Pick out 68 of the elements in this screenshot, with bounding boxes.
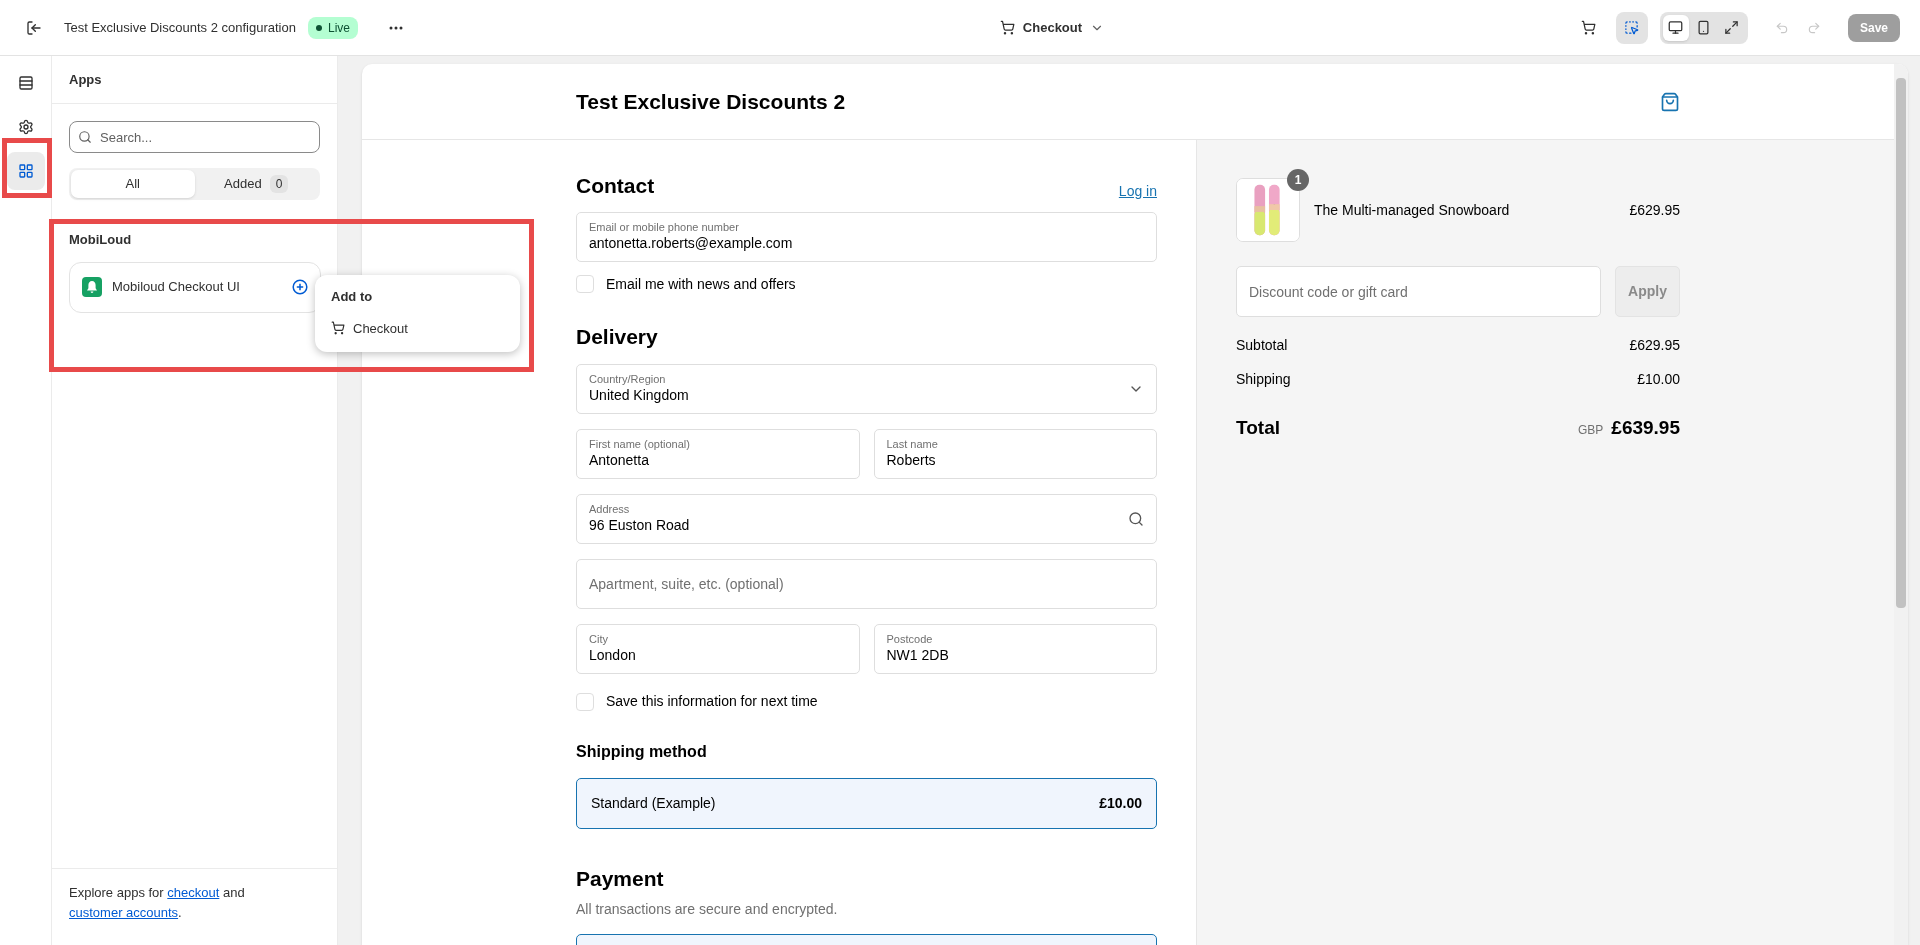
security-note: All transactions are secure and encrypted. xyxy=(576,899,839,919)
store-name: Test Exclusive Discounts 2 xyxy=(576,89,846,113)
filter-tab[interactable]: All xyxy=(71,170,195,198)
text-field[interactable]: Email or mobile phone number antonetta.roberts@example.com xyxy=(576,211,1157,262)
login-link[interactable]: Log in xyxy=(1118,180,1157,202)
text-field[interactable]: First name (optional) Antonetta xyxy=(576,429,860,479)
sections-icon xyxy=(17,75,34,91)
checkbox-label: Email me with news and offers xyxy=(606,274,796,294)
product-name: The Multi-managed Snowboard xyxy=(1314,200,1511,220)
checkout-link[interactable]: checkout xyxy=(167,885,220,900)
summary-label: Shipping xyxy=(1236,370,1291,389)
editor-title: Test Exclusive Discounts 2 configuration xyxy=(64,18,296,37)
apps-icon xyxy=(17,163,34,179)
product-price: £629.95 xyxy=(1629,200,1680,220)
exit-icon xyxy=(26,19,42,36)
checkbox-label: Save this information for next time xyxy=(606,692,818,711)
section-heading: Shipping method xyxy=(576,742,708,762)
add-icon[interactable] xyxy=(292,279,308,295)
section-heading: Payment xyxy=(576,866,665,892)
quantity-badge: 1 xyxy=(1287,169,1309,191)
total-value: £639.95 xyxy=(1611,416,1680,440)
group-title: MobiLoud xyxy=(69,231,133,249)
text-field[interactable]: Postcode NW1 2DB xyxy=(873,624,1157,674)
inspector-button[interactable] xyxy=(1615,11,1648,44)
discount-field[interactable]: Discount code or gift card xyxy=(1236,266,1601,317)
summary-label: Subtotal xyxy=(1236,336,1288,355)
search-icon xyxy=(78,130,92,144)
total-label: Total xyxy=(1236,416,1280,440)
popup-item[interactable]: Checkout xyxy=(331,318,504,338)
view-mode-button[interactable] xyxy=(1662,14,1689,41)
status-badge: Live xyxy=(307,16,358,39)
cart-icon xyxy=(1581,20,1597,35)
settings-icon xyxy=(17,119,34,135)
redo-icon xyxy=(1806,20,1821,35)
text-field[interactable]: Address 96 Euston Road xyxy=(576,494,1157,544)
bell-logo-icon xyxy=(82,277,102,297)
search-field[interactable]: Search... xyxy=(69,121,320,153)
section-heading: Delivery xyxy=(576,323,659,350)
apartment-field[interactable]: Apartment, suite, etc. (optional) xyxy=(576,559,1157,609)
select-cursor-icon xyxy=(1624,20,1640,35)
cart-icon xyxy=(331,321,345,336)
search-icon xyxy=(1128,511,1144,527)
summary-value: £10.00 xyxy=(1637,370,1680,389)
popup-title: Add to xyxy=(331,288,374,306)
country-select[interactable]: Country/Region United Kingdom xyxy=(576,364,1157,414)
bag-icon[interactable] xyxy=(1660,91,1680,112)
explore-text: Explore apps for checkout and customer accounts. xyxy=(69,884,246,922)
section-heading: Contact xyxy=(576,173,655,199)
panel-title: Apps xyxy=(69,70,102,89)
mobile-icon xyxy=(1696,20,1712,35)
text-field[interactable]: City London xyxy=(576,624,860,674)
cart-icon xyxy=(999,20,1015,35)
rail-button[interactable] xyxy=(6,152,45,190)
checkbox[interactable] xyxy=(576,275,594,293)
shipping-option[interactable]: Standard (Example) £10.00 xyxy=(576,778,1157,829)
undo-icon xyxy=(1774,20,1789,35)
text-field[interactable]: Last name Roberts xyxy=(873,429,1157,479)
page-selector[interactable]: Checkout xyxy=(991,12,1113,43)
app-name: Mobiloud Checkout UI xyxy=(112,278,241,297)
scrollbar-thumb[interactable] xyxy=(1896,78,1906,608)
summary-value: £629.95 xyxy=(1629,336,1680,355)
expand-icon xyxy=(1724,20,1740,35)
filter-tab[interactable]: Added 0 xyxy=(194,170,318,198)
currency-code: GBP xyxy=(1577,422,1604,439)
highlight-frame xyxy=(2,138,52,198)
desktop-icon xyxy=(1668,20,1684,35)
checkbox[interactable] xyxy=(576,692,594,711)
more-icon xyxy=(388,25,403,30)
